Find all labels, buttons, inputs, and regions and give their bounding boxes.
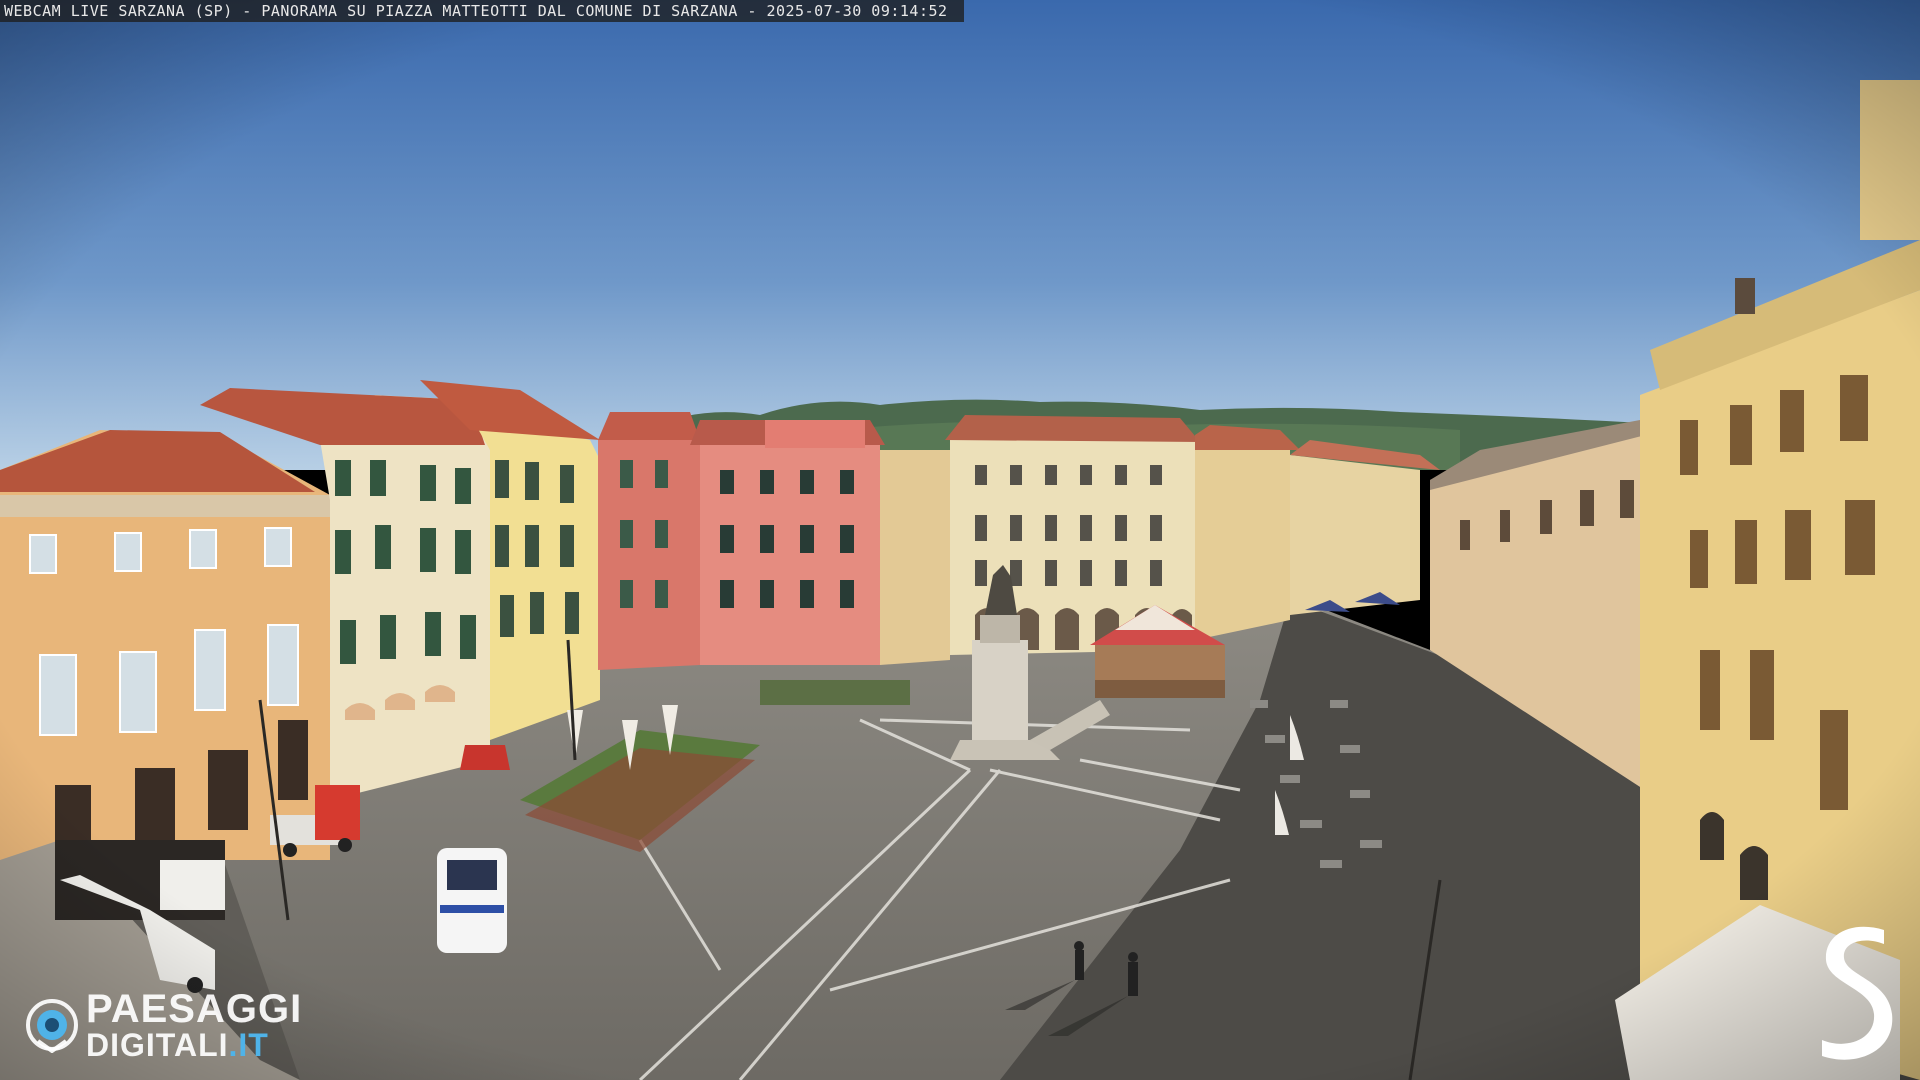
logo-line-2-tld: .IT [228,1027,269,1063]
webcam-frame: WEBCAM LIVE SARZANA (SP) - PANORAMA SU P… [0,0,1920,1080]
webcam-scene [0,0,1920,1080]
logo-line-1: PAESAGGI [86,987,303,1031]
paesaggi-digitali-logo: PAESAGGI DIGITALI.IT [24,987,303,1061]
eye-icon [26,999,78,1053]
s-logo-icon [1822,926,1893,1060]
webcam-caption: WEBCAM LIVE SARZANA (SP) - PANORAMA SU P… [0,0,964,22]
logo-line-2-main: DIGITALI [86,1027,229,1063]
logo-line-2: DIGITALI.IT [86,1029,302,1061]
